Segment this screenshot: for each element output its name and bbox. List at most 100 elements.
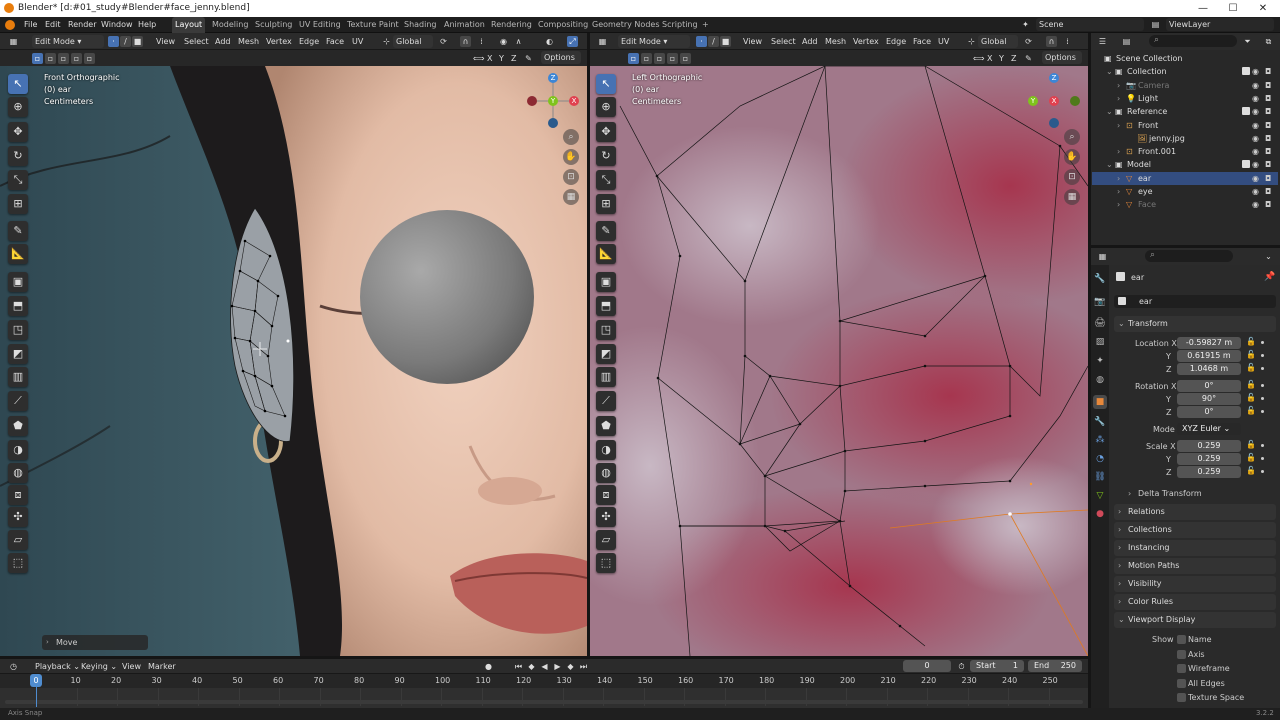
move-tool-icon[interactable]: ✥: [596, 122, 616, 142]
gizmo-z-axis[interactable]: Z: [1049, 73, 1059, 83]
particles-tab-icon[interactable]: ⁂: [1093, 433, 1107, 447]
tab-animation[interactable]: Animation: [441, 17, 488, 33]
eye-icon[interactable]: ◉: [1252, 198, 1259, 211]
outliner-row[interactable]: › ▽ Face ◉ ◘: [1092, 198, 1278, 211]
prev-keyframe-icon[interactable]: ◆: [526, 661, 537, 672]
eye-icon[interactable]: ◉: [1252, 92, 1259, 105]
proportional-edit-icon[interactable]: ◉: [498, 36, 509, 47]
lock-icon[interactable]: 🔓: [1246, 453, 1256, 462]
menu-face[interactable]: Face: [326, 37, 344, 46]
viewlayer-selector[interactable]: ViewLayer: [1166, 18, 1274, 31]
inset-tool-icon[interactable]: ◳: [8, 320, 28, 340]
outliner-row[interactable]: › ▽ eye ◉ ◘: [1092, 185, 1278, 198]
play-reverse-icon[interactable]: ◀: [539, 661, 550, 672]
disclosure-chevron-icon[interactable]: ›: [1117, 172, 1120, 185]
show-axis-checkbox[interactable]: [1177, 649, 1186, 659]
render-tab-icon[interactable]: 📷: [1093, 295, 1107, 309]
keyframe-dot-icon[interactable]: [1261, 470, 1264, 473]
render-camera-icon[interactable]: ◘: [1265, 198, 1271, 211]
outliner-row[interactable]: 🖼 jenny.jpg ◉ ◘: [1092, 132, 1278, 145]
record-icon[interactable]: ●: [483, 661, 494, 672]
location-x-field[interactable]: -0.59827 m: [1177, 337, 1241, 349]
ortho-grid-icon[interactable]: ▦: [563, 189, 579, 205]
properties-search-input[interactable]: ⌕: [1145, 250, 1233, 262]
bevel-tool-icon[interactable]: ◩: [596, 344, 616, 364]
keyframe-dot-icon[interactable]: [1261, 457, 1264, 460]
zoom-icon[interactable]: ⌕: [563, 129, 579, 145]
outliner-row[interactable]: › ⊡ Front.001 ◉ ◘: [1092, 145, 1278, 158]
edge-select-icon[interactable]: /: [708, 36, 719, 47]
timeline-editor-icon[interactable]: ◷: [8, 661, 19, 672]
menu-add[interactable]: Add: [802, 37, 818, 46]
render-camera-icon[interactable]: ◘: [1265, 92, 1271, 105]
poly-build-tool-icon[interactable]: ⬟: [596, 416, 616, 436]
gizmo-z-axis[interactable]: Z: [548, 73, 558, 83]
keyframe-dot-icon[interactable]: [1261, 444, 1264, 447]
spin-tool-icon[interactable]: ◑: [596, 440, 616, 460]
gizmo-neg-y-axis[interactable]: [1070, 96, 1080, 106]
mode-selector[interactable]: Edit Mode ▾: [618, 35, 690, 48]
loop-cut-tool-icon[interactable]: ▥: [8, 367, 28, 387]
disclosure-chevron-icon[interactable]: ›: [1117, 79, 1120, 92]
outliner-row[interactable]: ⌄ ▣ Model ◉ ◘: [1092, 158, 1278, 171]
measure-tool-icon[interactable]: 📐: [596, 244, 616, 264]
menu-help[interactable]: Help: [138, 20, 156, 29]
menu-uv[interactable]: UV: [938, 37, 949, 46]
exclude-checkbox[interactable]: [1242, 107, 1250, 116]
select-invert-icon[interactable]: ▫: [667, 53, 678, 64]
transform-tool-icon[interactable]: ⊞: [8, 194, 28, 214]
blender-menu-icon[interactable]: [5, 20, 15, 30]
keyframe-dot-icon[interactable]: [1261, 367, 1264, 370]
select-intersect-icon[interactable]: ▫: [680, 53, 691, 64]
rotate-tool-icon[interactable]: ↻: [596, 146, 616, 166]
measure-tool-icon[interactable]: 📐: [8, 244, 28, 264]
rip-tool-icon[interactable]: ⬚: [8, 553, 28, 573]
mode-selector[interactable]: Edit Mode ▾: [32, 35, 104, 48]
delta-transform-subpanel[interactable]: Delta Transform: [1138, 489, 1202, 498]
filter-icon[interactable]: ⏷: [1242, 36, 1253, 47]
scene-tab-icon[interactable]: ✦: [1093, 354, 1107, 368]
mirror-x-toggle[interactable]: X: [487, 54, 492, 63]
auto-merge-icon[interactable]: ✎: [1023, 53, 1034, 64]
left-viewport[interactable]: Front Orthographic (0) ear Centimeters Z…: [0, 66, 587, 656]
keyframe-dot-icon[interactable]: [1261, 384, 1264, 387]
next-keyframe-icon[interactable]: ◆: [565, 661, 576, 672]
constraints-tab-icon[interactable]: ⛓: [1093, 470, 1107, 484]
render-camera-icon[interactable]: ◘: [1265, 172, 1271, 185]
select-extend-icon[interactable]: ▫: [45, 53, 56, 64]
gizmo-neg-z-axis[interactable]: [548, 118, 558, 128]
select-invert-icon[interactable]: ▫: [71, 53, 82, 64]
start-frame-field[interactable]: Start 1: [970, 660, 1024, 672]
minimize-button[interactable]: —: [1188, 1, 1218, 16]
panel-motion-paths[interactable]: › Motion Paths: [1114, 558, 1276, 574]
eye-icon[interactable]: ◉: [1252, 145, 1259, 158]
render-camera-icon[interactable]: ◘: [1265, 132, 1271, 145]
keyframe-dot-icon[interactable]: [1261, 341, 1264, 344]
eye-sphere[interactable]: [360, 210, 534, 384]
select-extend-icon[interactable]: ▫: [641, 53, 652, 64]
lock-icon[interactable]: 🔓: [1246, 380, 1256, 389]
editor-type-icon[interactable]: ▦: [597, 36, 608, 47]
world-tab-icon[interactable]: ◍: [1093, 373, 1107, 387]
panel-relations[interactable]: › Relations: [1114, 504, 1276, 520]
edge-slide-tool-icon[interactable]: ⧈: [8, 485, 28, 505]
snap-target-icon[interactable]: ⁞: [1062, 36, 1073, 47]
rotation-y-field[interactable]: 90°: [1177, 393, 1241, 405]
menu-marker[interactable]: Marker: [148, 662, 176, 671]
panel-instancing[interactable]: › Instancing: [1114, 540, 1276, 556]
rotation-z-field[interactable]: 0°: [1177, 406, 1241, 418]
smooth-tool-icon[interactable]: ◍: [8, 463, 28, 483]
jump-end-icon[interactable]: ⏭: [578, 661, 589, 672]
menu-add[interactable]: Add: [215, 37, 231, 46]
menu-view[interactable]: View: [743, 37, 762, 46]
menu-vertex[interactable]: Vertex: [266, 37, 292, 46]
maximize-button[interactable]: ☐: [1218, 1, 1248, 16]
options-chevron-icon[interactable]: ⌄: [1263, 251, 1274, 262]
edge-slide-tool-icon[interactable]: ⧈: [596, 485, 616, 505]
poly-build-tool-icon[interactable]: ⬟: [8, 416, 28, 436]
menu-window[interactable]: Window: [101, 20, 133, 29]
vertex-select-icon[interactable]: ·: [696, 36, 707, 47]
last-operator-panel[interactable]: › Move: [42, 635, 148, 650]
menu-uv[interactable]: UV: [352, 37, 363, 46]
pivot-point-icon[interactable]: ⟳: [1023, 36, 1034, 47]
